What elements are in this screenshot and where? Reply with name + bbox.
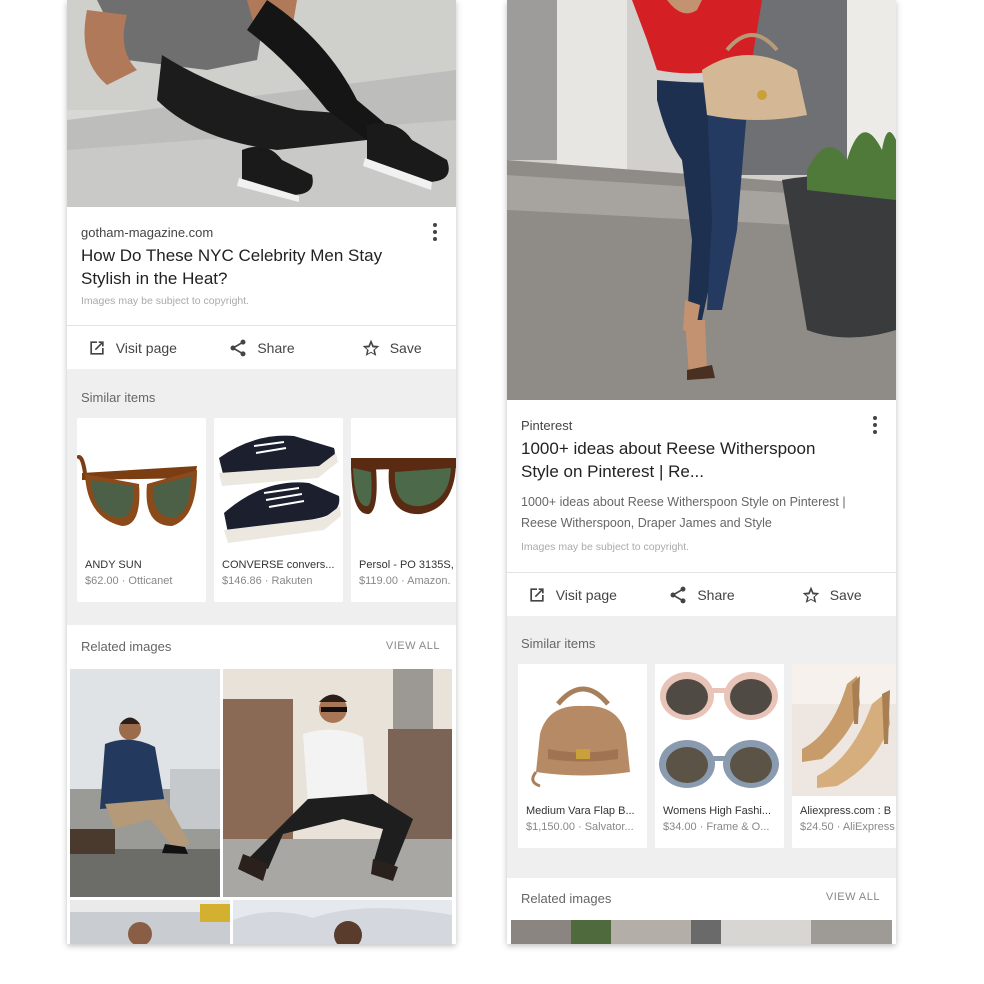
similar-items-heading: Similar items bbox=[81, 390, 156, 405]
related-image-sky-bottom-right[interactable] bbox=[233, 900, 452, 944]
similar-item-price: $1,150.00 · Salvator... bbox=[526, 821, 634, 833]
open-external-icon bbox=[530, 587, 544, 602]
similar-item-name: Womens High Fashi... bbox=[663, 805, 772, 817]
view-all-link[interactable]: VIEW ALL bbox=[826, 891, 880, 903]
similar-item-gold-heels[interactable]: Aliexpress.com : B $24.50 · AliExpress bbox=[792, 664, 896, 848]
similar-item-price: $146.86 · Rakuten bbox=[222, 575, 313, 587]
similar-item-sneakers[interactable]: CONVERSE convers... $146.86 · Rakuten bbox=[214, 418, 343, 602]
product-image-gold-heels bbox=[792, 664, 896, 796]
visit-page-label: Visit page bbox=[555, 586, 617, 603]
similar-item-name: Persol - PO 3135S, bbox=[359, 559, 454, 571]
action-bar: Visit page Share Save bbox=[67, 325, 456, 369]
view-all-link[interactable]: VIEW ALL bbox=[386, 640, 440, 652]
copyright-notice: Images may be subject to copyright. bbox=[81, 295, 250, 307]
share-label: Share bbox=[257, 339, 295, 356]
save-label: Save bbox=[829, 586, 862, 603]
star-icon bbox=[802, 586, 820, 603]
result-description: 1000+ ideas about Reese Witherspoon Styl… bbox=[521, 495, 846, 530]
related-image-man-sitting[interactable] bbox=[223, 669, 452, 897]
right-result-panel: Pinterest 1000+ ideas about Reese Wither… bbox=[507, 0, 896, 944]
copyright-notice: Images may be subject to copyright. bbox=[521, 541, 690, 553]
similar-item-name: ANDY SUN bbox=[85, 559, 142, 571]
similar-item-name: Aliexpress.com : B bbox=[800, 805, 892, 817]
left-result-panel: gotham-magazine.com How Do These NYC Cel… bbox=[67, 0, 456, 944]
similar-item-name: Medium Vara Flap B... bbox=[526, 805, 635, 817]
related-images-section: Related images VIEW ALL bbox=[67, 625, 456, 944]
result-title[interactable]: 1000+ ideas about Reese Witherspoon Styl… bbox=[521, 437, 841, 483]
similar-item-price: $24.50 · AliExpress bbox=[800, 821, 895, 833]
similar-items-heading: Similar items bbox=[521, 636, 596, 651]
product-image-handbag bbox=[518, 664, 647, 796]
product-image-sneakers bbox=[214, 418, 343, 550]
related-images-heading: Related images bbox=[81, 639, 172, 654]
result-source[interactable]: Pinterest bbox=[521, 418, 572, 433]
similar-item-round-sunglasses[interactable]: Womens High Fashi... $34.00 · Frame & O.… bbox=[655, 664, 784, 848]
save-label: Save bbox=[389, 339, 422, 356]
visit-page-button[interactable]: Visit page bbox=[67, 326, 197, 369]
related-image-street-bottom-left[interactable] bbox=[70, 900, 230, 944]
product-image-round-sunglasses bbox=[655, 664, 784, 796]
open-external-icon bbox=[90, 340, 104, 355]
result-source[interactable]: gotham-magazine.com bbox=[81, 225, 213, 240]
related-images-strip[interactable] bbox=[511, 920, 892, 944]
result-info-card: gotham-magazine.com How Do These NYC Cel… bbox=[67, 207, 456, 325]
visit-page-label: Visit page bbox=[115, 339, 177, 356]
related-images-section: Related images VIEW ALL bbox=[507, 878, 896, 944]
product-image-persol-sunglasses bbox=[351, 418, 456, 550]
action-bar: Visit page Share Save bbox=[507, 572, 896, 616]
similar-item-persol[interactable]: Persol - PO 3135S, $119.00 · Amazon. bbox=[351, 418, 456, 602]
similar-item-sunglasses[interactable]: ANDY SUN $62.00 · Otticanet bbox=[77, 418, 206, 602]
similar-item-price: $62.00 · Otticanet bbox=[85, 575, 173, 587]
related-image-man-bench[interactable] bbox=[70, 669, 220, 897]
share-button[interactable]: Share bbox=[637, 573, 767, 616]
result-title[interactable]: How Do These NYC Celebrity Men Stay Styl… bbox=[81, 244, 401, 290]
similar-item-price: $119.00 · Amazon. bbox=[359, 575, 451, 587]
share-label: Share bbox=[697, 586, 735, 603]
save-button[interactable]: Save bbox=[766, 573, 896, 616]
related-images-heading: Related images bbox=[521, 891, 612, 906]
share-button[interactable]: Share bbox=[197, 326, 327, 369]
share-icon bbox=[670, 586, 686, 603]
similar-item-name: CONVERSE convers... bbox=[222, 559, 335, 571]
save-button[interactable]: Save bbox=[326, 326, 456, 369]
share-icon bbox=[230, 339, 246, 356]
product-image-sunglasses bbox=[77, 418, 206, 550]
similar-item-handbag[interactable]: Medium Vara Flap B... $1,150.00 · Salvat… bbox=[518, 664, 647, 848]
star-icon bbox=[362, 339, 380, 356]
more-options-icon[interactable] bbox=[432, 223, 438, 243]
hero-image-woman-handbag[interactable] bbox=[507, 0, 896, 400]
result-info-card: Pinterest 1000+ ideas about Reese Wither… bbox=[507, 400, 896, 572]
hero-image-man-sneakers[interactable] bbox=[67, 0, 456, 207]
visit-page-button[interactable]: Visit page bbox=[507, 573, 637, 616]
more-options-icon[interactable] bbox=[872, 416, 878, 436]
similar-item-price: $34.00 · Frame & O... bbox=[663, 821, 770, 833]
